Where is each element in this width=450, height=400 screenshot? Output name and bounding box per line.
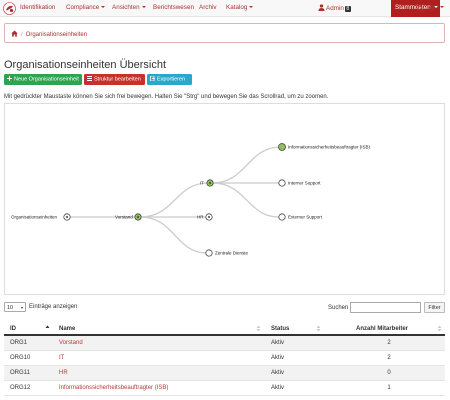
cell-employee-count: 2: [387, 340, 391, 346]
tree-node-vorstand[interactable]: Vorstand: [115, 213, 142, 221]
cell-id: ORG1: [10, 340, 28, 346]
chevron-down-icon: [440, 6, 444, 9]
sort-asc-icon[interactable]: [45, 325, 50, 332]
tree-node-zentrale[interactable]: Zentrale Dienste: [205, 249, 249, 257]
cell-id: ORG11: [10, 370, 30, 376]
node-label-isb: Informationssicherheitsbeauftragter (ISB…: [288, 145, 371, 150]
nav-item-compliance[interactable]: Compliance: [66, 4, 106, 11]
page-title: Organisationseinheiten Übersicht: [4, 59, 167, 71]
column-header-name[interactable]: Name: [59, 326, 75, 332]
cell-status: Aktiv: [271, 385, 285, 391]
org-tree-svg[interactable]: Organisationseinheiten Vorstand IT HR Ze…: [5, 104, 446, 296]
cell-id: ORG10: [10, 355, 31, 361]
sort-icon[interactable]: [437, 325, 442, 332]
table-row[interactable]: ORG1 Vorstand Aktiv 2: [4, 336, 445, 351]
node-label-root: Organisationseinheiten: [11, 215, 58, 220]
home-icon[interactable]: [11, 30, 18, 37]
user-name: Admin: [326, 5, 344, 12]
export-button[interactable]: Exportieren: [147, 74, 192, 85]
tree-hint-text: Mit gedrückter Maustaste können Sie sich…: [4, 94, 329, 100]
sort-icon[interactable]: [316, 325, 321, 332]
cell-employee-count: 0: [387, 370, 391, 376]
entries-length-label: Einträge anzeigen: [29, 304, 78, 310]
chevron-down-icon: [141, 6, 146, 9]
app-logo[interactable]: [3, 2, 16, 15]
node-label-hr: HR: [197, 215, 204, 220]
nav-item-archiv[interactable]: Archiv: [199, 4, 217, 11]
node-label-externer: Externer Support: [288, 215, 323, 220]
settings-dropdown[interactable]: [438, 4, 444, 11]
node-label-it: IT: [200, 181, 204, 186]
node-label-interner: Interner Support: [288, 181, 321, 186]
notification-badge: 8: [344, 6, 351, 12]
plus-icon: [7, 76, 12, 81]
tree-node-isb[interactable]: Informationssicherheitsbeauftragter (ISB…: [278, 143, 371, 151]
sort-icon[interactable]: [256, 325, 261, 332]
table-row[interactable]: ORG12 Informationssicherheitsbeauftragte…: [4, 381, 445, 396]
column-header-employee-count[interactable]: Anzahl Mitarbeiter: [356, 326, 408, 332]
org-units-table: ID Name Status Anzahl Mitarbeiter ORG1 V…: [4, 322, 445, 396]
chevron-down-icon: [101, 6, 106, 9]
edit-structure-button[interactable]: Struktur bearbeiten: [84, 74, 145, 85]
cell-status: Aktiv: [271, 355, 285, 361]
nav-item-berichtswesen[interactable]: Berichtswesen: [153, 4, 194, 11]
nav-item-ansichten[interactable]: Ansichten: [112, 4, 146, 11]
breadcrumb-current[interactable]: Organisationseinheiten: [26, 32, 87, 38]
column-header-id[interactable]: ID: [10, 326, 16, 332]
cell-id: ORG12: [10, 385, 31, 391]
table-header: ID Name Status Anzahl Mitarbeiter: [4, 322, 445, 336]
tree-node-root[interactable]: Organisationseinheiten: [11, 213, 71, 221]
cell-status: Aktiv: [271, 340, 285, 346]
nav-item-identifikation[interactable]: Identifikation: [20, 4, 55, 11]
search-input[interactable]: [350, 302, 421, 313]
search-label: Suchen: [328, 305, 349, 311]
user-menu[interactable]: Admin 8: [318, 4, 351, 12]
list-icon: [87, 76, 92, 81]
top-navbar: Identifikation Compliance Ansichten Beri…: [0, 0, 450, 17]
table-row[interactable]: ORG11 HR Aktiv 0: [4, 366, 445, 381]
link-vorstand-it: [139, 182, 209, 218]
cell-name-link[interactable]: HR: [59, 370, 68, 376]
file-export-icon: [150, 76, 155, 81]
tree-node-externer[interactable]: Externer Support: [278, 213, 323, 221]
link-it-isb: [211, 146, 282, 184]
breadcrumb-separator: /: [21, 32, 23, 38]
chevron-down-icon: [249, 6, 254, 9]
link-vorstand-zentrale: [139, 216, 208, 254]
cell-name-link[interactable]: IT: [59, 355, 64, 361]
entries-length-select[interactable]: 10: [4, 302, 26, 312]
column-header-status[interactable]: Status: [271, 326, 289, 332]
cell-name-link[interactable]: Informationssicherheitsbeauftragter (ISB…: [59, 385, 168, 391]
gear-icon[interactable]: [428, 4, 436, 12]
node-label-vorstand: Vorstand: [115, 215, 133, 220]
user-icon: [318, 4, 325, 11]
cell-employee-count: 1: [387, 385, 391, 391]
search-icon[interactable]: [416, 4, 424, 12]
chevron-down-icon: [21, 307, 23, 309]
tree-node-it[interactable]: IT: [200, 179, 214, 187]
table-row[interactable]: ORG10 IT Aktiv 2: [4, 351, 445, 366]
tree-node-interner[interactable]: Interner Support: [278, 179, 321, 187]
org-tree-canvas[interactable]: Organisationseinheiten Vorstand IT HR Ze…: [4, 103, 445, 295]
cell-employee-count: 2: [387, 355, 391, 361]
cell-status: Aktiv: [271, 370, 285, 376]
nav-item-katalog[interactable]: Katalog: [226, 4, 254, 11]
cell-name-link[interactable]: Vorstand: [59, 340, 83, 346]
filter-button[interactable]: Filter: [424, 302, 445, 313]
tree-links: [67, 146, 282, 254]
node-label-zentrale: Zentrale Dienste: [215, 251, 249, 256]
link-it-externer: [211, 182, 280, 218]
new-unit-button[interactable]: Neue Organisationseinheit: [4, 74, 82, 85]
breadcrumb: / Organisationseinheiten: [4, 23, 445, 43]
